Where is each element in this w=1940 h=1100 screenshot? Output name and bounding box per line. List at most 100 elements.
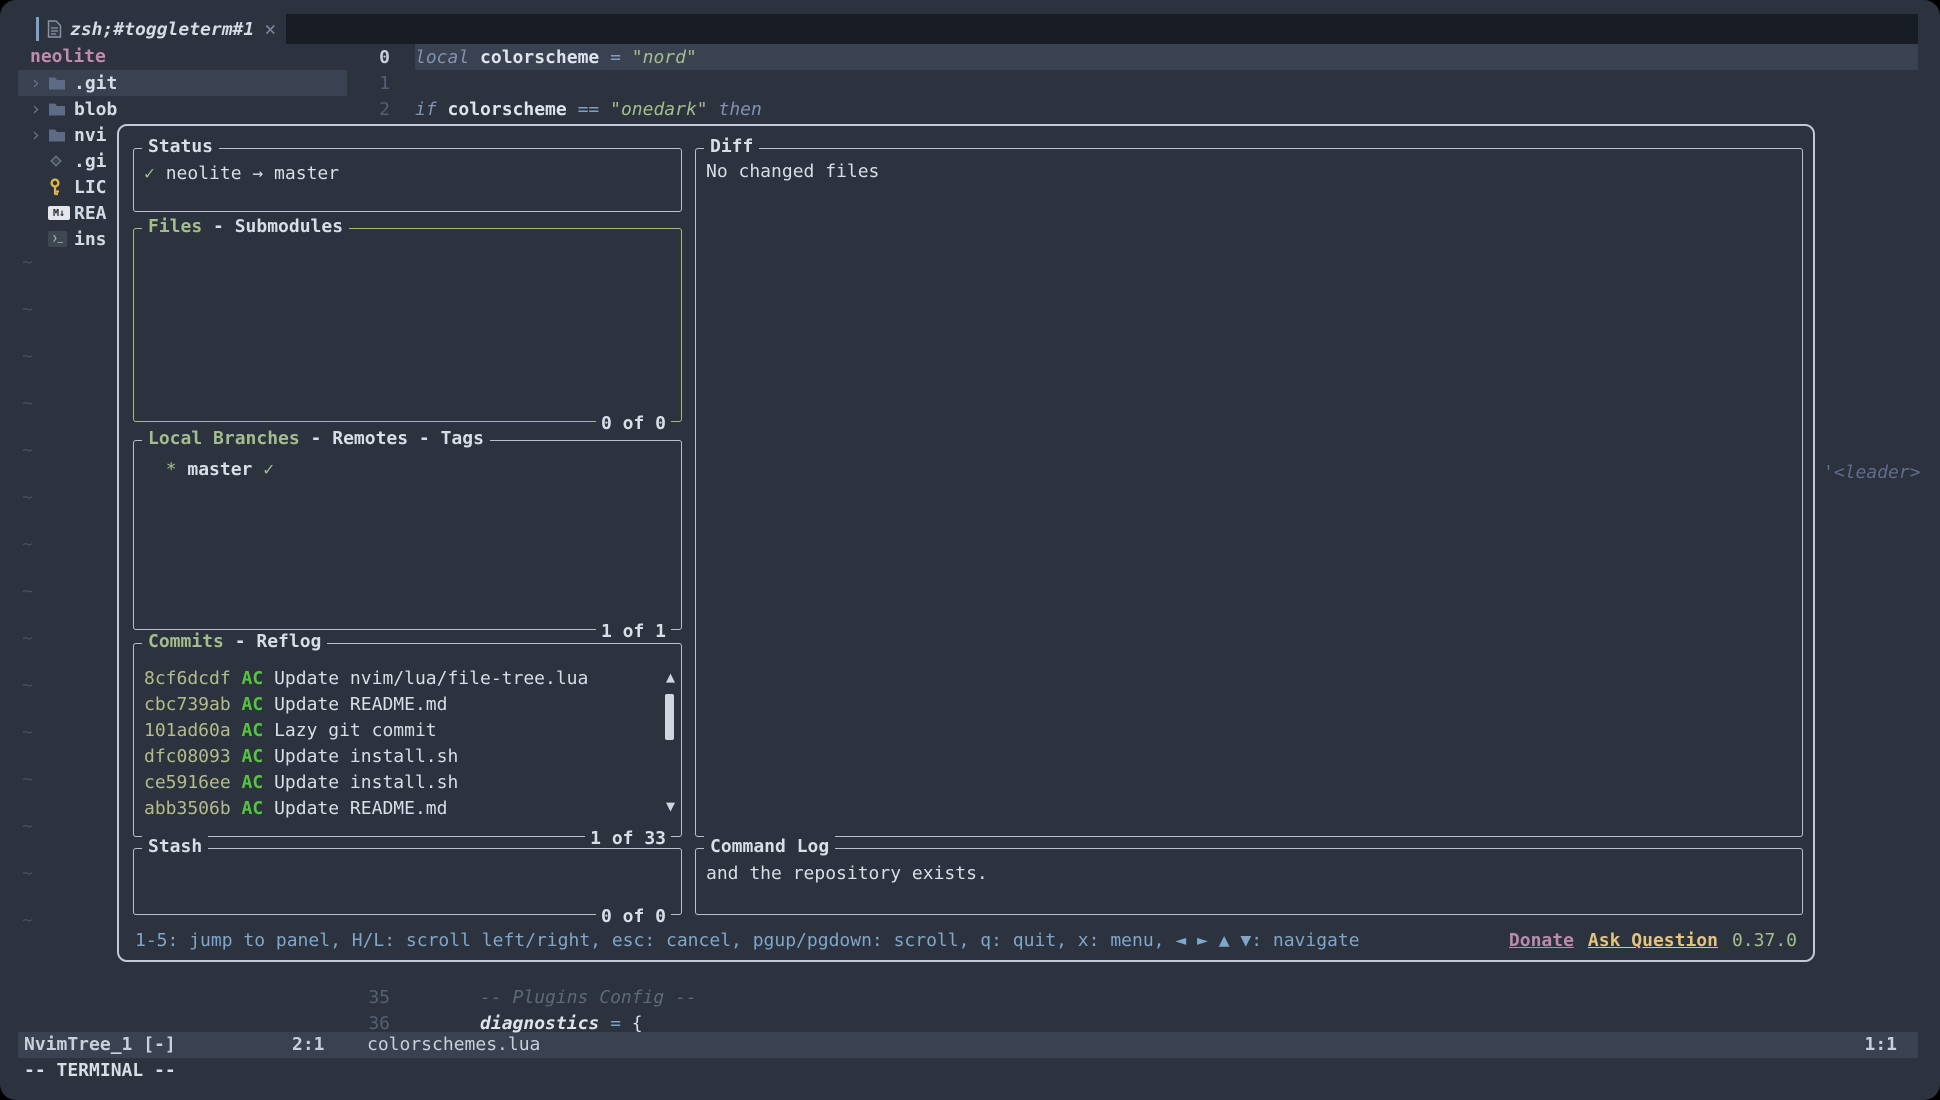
stash-count: 0 of 0 [596, 906, 671, 927]
tilde-marker: ~ [22, 393, 33, 440]
panel-commits[interactable]: Commits - Reflog 8cf6dcdf AC Update nvim… [133, 643, 682, 837]
panel-title: Diff [704, 136, 759, 157]
donate-link[interactable]: Donate [1509, 930, 1574, 951]
panel-title: Local Branches - Remotes - Tags [142, 428, 490, 449]
diff-message: No changed files [706, 159, 1792, 185]
code-text: -- Plugins Config -- [415, 987, 697, 1008]
chevron-right-icon: › [30, 100, 48, 119]
folder-icon [48, 128, 74, 143]
close-icon[interactable]: × [264, 17, 276, 41]
active-tab-indicator [36, 17, 39, 41]
current-branch-icon: * [166, 459, 177, 480]
commit-row[interactable]: cbc739ab AC Update README.md [144, 692, 655, 718]
panel-title: Command Log [704, 836, 835, 857]
tree-item-git[interactable]: ›.git [18, 70, 347, 96]
commit-hash: 8cf6dcdf [144, 668, 231, 689]
panel-status[interactable]: Status ✓ neolite → master [133, 148, 682, 212]
tabline-fill [286, 14, 1918, 44]
commit-row[interactable]: abb3506b AC Update README.md [144, 796, 655, 822]
ask-question-link[interactable]: Ask Question [1588, 930, 1718, 951]
commit-message: Update install.sh [274, 746, 458, 767]
panel-title: Status [142, 136, 219, 157]
commits-list: 8cf6dcdf AC Update nvim/lua/file-tree.lu… [144, 666, 655, 832]
panel-stash[interactable]: Stash 0 of 0 [133, 848, 682, 915]
check-icon: ✓ [144, 163, 155, 184]
commit-hash: abb3506b [144, 798, 231, 819]
tree-item-blob[interactable]: › blob [18, 96, 347, 122]
statusline-buffer-name: NvimTree_1 [-] [24, 1032, 176, 1058]
commit-hash: ce5916ee [144, 772, 231, 793]
panel-branches[interactable]: Local Branches - Remotes - Tags * master… [133, 440, 682, 630]
tilde-marker: ~ [22, 863, 33, 910]
scroll-down-icon[interactable]: ▼ [666, 799, 675, 814]
check-icon: ✓ [263, 459, 274, 480]
line-number: 1 [347, 73, 390, 94]
tilde-marker: ~ [22, 769, 33, 816]
code-line[interactable]: 35 -- Plugins Config -- [347, 984, 1918, 1010]
panel-diff[interactable]: Diff No changed files [695, 148, 1803, 837]
branch-row[interactable]: * master ✓ [144, 457, 671, 483]
line-number: 2 [347, 99, 390, 120]
terminal-file-icon: ❯_ [48, 231, 74, 247]
commit-row[interactable]: dfc08093 AC Update install.sh [144, 744, 655, 770]
statusline: NvimTree_1 [-] 2:1 colorschemes.lua 1:1 [18, 1032, 1918, 1058]
commit-author: AC [242, 772, 264, 793]
files-count: 0 of 0 [596, 413, 671, 434]
chevron-right-icon: › [30, 126, 48, 145]
keybinding-bar: 1-5: jump to panel, H/L: scroll left/rig… [135, 926, 1797, 954]
mode-indicator: -- TERMINAL -- [24, 1058, 176, 1084]
panel-files[interactable]: Files - Submodules 0 of 0 [133, 228, 682, 422]
commit-row[interactable]: ce5916ee AC Update install.sh [144, 770, 655, 796]
editor-bottom-lines: 35 -- Plugins Config -- 36 diagnostics = … [347, 984, 1918, 1036]
commit-row[interactable]: 101ad60a AC Lazy git commit [144, 718, 655, 744]
lazygit-float: Status ✓ neolite → master Files - Submod… [117, 124, 1815, 962]
commit-message: Lazy git commit [274, 720, 437, 741]
git-icon [48, 153, 74, 169]
branches-count: 1 of 1 [596, 621, 671, 642]
code-line[interactable]: 2if colorscheme == "onedark" then [347, 96, 1918, 122]
folder-icon [48, 76, 74, 91]
license-key-icon [48, 178, 74, 196]
tilde-marker: ~ [22, 299, 33, 346]
commit-author: AC [242, 694, 264, 715]
commit-author: AC [242, 720, 264, 741]
terminal-window: zsh;#toggleterm#1 × neolite ›.git›blob›n… [0, 0, 1940, 1100]
statusline-file-position: 1:1 [1864, 1032, 1897, 1058]
file-icon [47, 20, 62, 38]
commit-author: AC [242, 798, 264, 819]
command-log-message: and the repository exists. [706, 861, 1792, 887]
code-text: diagnostics = { [415, 1013, 643, 1034]
code-fragment: '<leader> [1823, 460, 1921, 486]
statusline-file-name: colorschemes.lua [367, 1032, 540, 1058]
tilde-marker: ~ [22, 487, 33, 534]
tilde-marker: ~ [22, 722, 33, 769]
toggleterm-tab[interactable]: zsh;#toggleterm#1 × [18, 14, 286, 44]
commit-author: AC [242, 668, 264, 689]
line-number: 0 [347, 47, 390, 68]
scroll-up-icon[interactable]: ▲ [666, 670, 675, 685]
scrollbar-thumb[interactable] [665, 694, 674, 740]
panel-title: Commits - Reflog [142, 631, 327, 652]
empty-line-markers: ~~~~~~~~~~~~~~~ [22, 252, 33, 957]
code-text: local colorscheme = "nord" [415, 47, 697, 68]
tilde-marker: ~ [22, 675, 33, 722]
commit-row[interactable]: 8cf6dcdf AC Update nvim/lua/file-tree.lu… [144, 666, 655, 692]
keybind-hints: 1-5: jump to panel, H/L: scroll left/rig… [135, 930, 1360, 951]
tilde-marker: ~ [22, 440, 33, 487]
tilde-marker: ~ [22, 252, 33, 299]
panel-command-log[interactable]: Command Log and the repository exists. [695, 848, 1803, 915]
tree-root[interactable]: neolite [18, 44, 347, 70]
statusline-tree-position: 2:1 [292, 1032, 325, 1058]
commit-hash: cbc739ab [144, 694, 231, 715]
code-line[interactable]: 0 local colorscheme = "nord" [347, 44, 1918, 70]
commit-message: Update install.sh [274, 772, 458, 793]
tilde-marker: ~ [22, 581, 33, 628]
line-number: 36 [347, 1013, 390, 1034]
code-line[interactable]: 1 [347, 70, 1918, 96]
tree-item-label: blob [74, 99, 117, 120]
panel-title: Stash [142, 836, 208, 857]
tilde-marker: ~ [22, 346, 33, 393]
commit-hash: dfc08093 [144, 746, 231, 767]
chevron-right-icon: › [30, 74, 48, 93]
commit-author: AC [242, 746, 264, 767]
